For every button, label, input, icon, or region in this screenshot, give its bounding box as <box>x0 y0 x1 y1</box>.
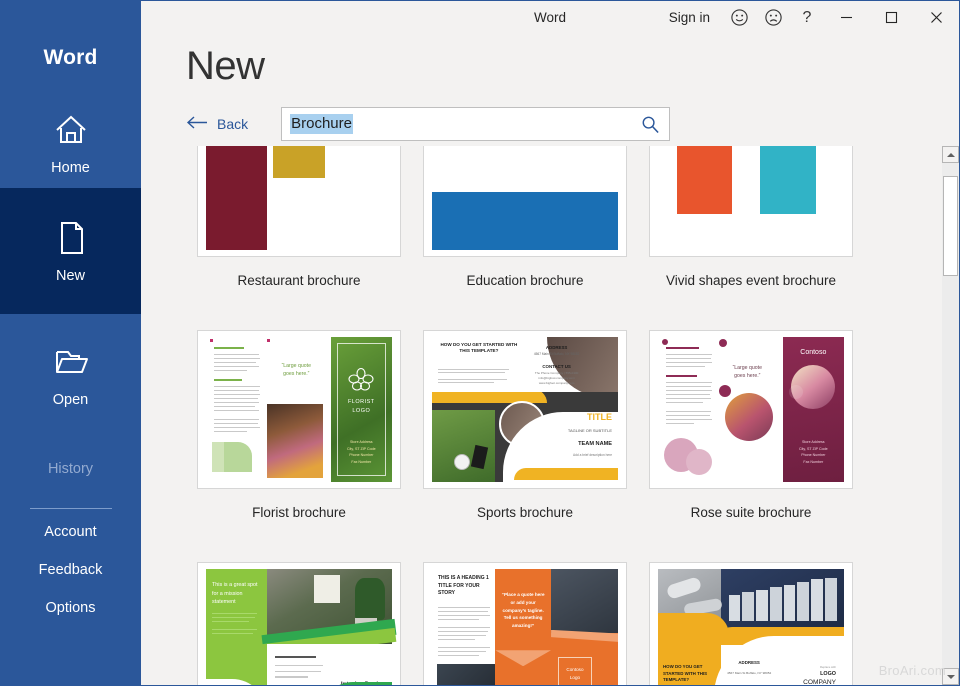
backstage-sidebar: Word Home New Open History Account Feedb… <box>0 0 141 686</box>
template-card[interactable]: Restaurant brochure <box>186 146 412 330</box>
template-name[interactable]: Florist brochure <box>186 489 412 562</box>
page-icon <box>51 218 91 258</box>
search-input-value: Brochure <box>290 114 353 134</box>
sidebar-item-label: Open <box>52 392 89 408</box>
close-icon[interactable] <box>914 1 959 34</box>
sidebar-divider <box>29 508 112 509</box>
sign-in-button[interactable]: Sign in <box>657 1 722 34</box>
backstage-main-panel: Word Sign in ? New Back Brochure Restaur… <box>141 0 960 686</box>
scroll-up-arrow-icon[interactable] <box>942 146 959 163</box>
smiley-face-icon[interactable] <box>722 1 756 34</box>
template-card[interactable]: THIS IS A HEADING 1 TITLE FOR YOUR STORY <box>412 562 638 685</box>
scrollbar-thumb[interactable] <box>943 176 958 276</box>
template-card[interactable]: “Large quote goes here.” Contoso Store Ad… <box>638 330 864 562</box>
sidebar-item-feedback[interactable]: Feedback <box>0 551 141 589</box>
template-card[interactable]: Vivid shapes event brochure <box>638 146 864 330</box>
sidebar-item-open[interactable]: Open <box>0 314 141 420</box>
template-thumbnail[interactable]: HOW DO YOU GET STARTED WITH THIS TEMPLAT… <box>423 330 627 489</box>
template-thumbnail[interactable]: This is a great spot for a mission state… <box>197 562 401 685</box>
question-mark-icon[interactable]: ? <box>790 1 824 34</box>
search-icon[interactable] <box>641 115 660 139</box>
page-title: New <box>186 44 265 88</box>
template-name[interactable]: Restaurant brochure <box>186 257 412 330</box>
template-name[interactable]: Sports brochure <box>412 489 638 562</box>
template-name[interactable]: Education brochure <box>412 257 638 330</box>
template-thumbnail[interactable]: HOW DO YOU GET STARTED WITH THIS TEMPLAT… <box>649 562 853 685</box>
frowny-face-icon[interactable] <box>756 1 790 34</box>
template-thumbnail[interactable] <box>649 146 853 257</box>
template-thumbnail[interactable]: “Large quote goes here.” Contoso Store Ad… <box>649 330 853 489</box>
sidebar-item-home[interactable]: Home <box>0 96 141 188</box>
sidebar-item-label: Home <box>51 160 90 176</box>
back-button[interactable]: Back <box>186 116 262 132</box>
sidebar-item-label: New <box>55 268 85 284</box>
sidebar-item-history[interactable]: History <box>0 450 141 488</box>
back-button-label: Back <box>217 116 249 132</box>
arrow-left-icon <box>186 116 208 132</box>
search-input[interactable]: Brochure <box>281 107 671 141</box>
template-card[interactable]: HOW DO YOU GET STARTED WITH THIS TEMPLAT… <box>412 330 638 562</box>
search-row: Back Brochure <box>186 107 959 141</box>
template-card[interactable]: “Large quote goes here.” FLORIST LOGO St… <box>186 330 412 562</box>
title-bar: Word Sign in ? <box>141 1 959 34</box>
folder-icon <box>51 342 91 382</box>
home-icon <box>51 110 91 150</box>
sidebar-item-label: History <box>47 461 94 477</box>
sidebar-item-label: Options <box>45 600 96 616</box>
gallery-scrollbar[interactable] <box>942 146 959 685</box>
sidebar-item-options[interactable]: Options <box>0 589 141 627</box>
template-thumbnail[interactable] <box>197 146 401 257</box>
template-card[interactable]: Education brochure <box>412 146 638 330</box>
app-brand-label: Word <box>43 46 98 69</box>
sidebar-item-new[interactable]: New <box>0 188 141 314</box>
scroll-down-arrow-icon[interactable] <box>942 668 959 685</box>
template-thumbnail[interactable] <box>423 146 627 257</box>
template-card[interactable]: This is a great spot for a mission state… <box>186 562 412 685</box>
title-bar-actions: Sign in ? <box>657 1 959 34</box>
minimize-icon[interactable] <box>824 1 869 34</box>
sidebar-item-account[interactable]: Account <box>0 513 141 551</box>
template-gallery: Restaurant brochure Education brochure V… <box>186 146 919 685</box>
template-gallery-region: Restaurant brochure Education brochure V… <box>141 146 959 685</box>
maximize-icon[interactable] <box>869 1 914 34</box>
word-backstage-window: Word Home New Open History Account Feedb… <box>0 0 960 686</box>
sidebar-item-label: Account <box>44 524 97 540</box>
template-grid: Restaurant brochure Education brochure V… <box>186 146 906 685</box>
template-thumbnail[interactable]: THIS IS A HEADING 1 TITLE FOR YOUR STORY <box>423 562 627 685</box>
sidebar-item-label: Feedback <box>38 562 103 578</box>
template-thumbnail[interactable]: “Large quote goes here.” FLORIST LOGO St… <box>197 330 401 489</box>
template-name[interactable]: Rose suite brochure <box>638 489 864 562</box>
template-card[interactable]: HOW DO YOU GET STARTED WITH THIS TEMPLAT… <box>638 562 864 685</box>
template-name[interactable]: Vivid shapes event brochure <box>638 257 864 330</box>
